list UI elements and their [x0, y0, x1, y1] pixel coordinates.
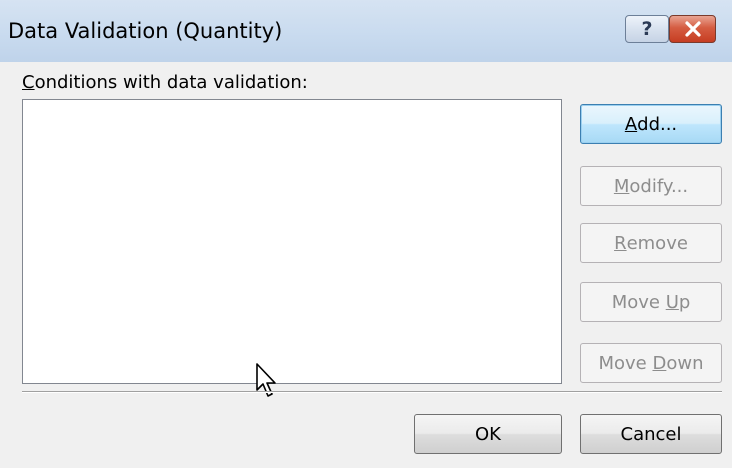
modify-button-post: odify... — [629, 175, 689, 197]
data-validation-dialog: Data Validation (Quantity) ? Conditions … — [0, 0, 732, 468]
move-up-button-hotkey: U — [665, 291, 679, 313]
add-button[interactable]: Add... — [580, 104, 722, 144]
conditions-label-text: onditions with data validation: — [34, 72, 308, 93]
remove-button[interactable]: Remove — [580, 223, 722, 263]
add-button-hotkey: A — [624, 113, 638, 135]
help-button[interactable]: ? — [625, 15, 669, 43]
move-up-button[interactable]: Move Up — [580, 282, 722, 322]
modify-button[interactable]: Modify... — [580, 166, 722, 206]
move-up-button-post: p — [678, 291, 691, 313]
cancel-button[interactable]: Cancel — [580, 414, 722, 454]
move-down-button-hotkey: D — [652, 352, 667, 374]
move-up-button-pre: Move — [611, 291, 666, 313]
help-question-icon: ? — [641, 18, 653, 40]
move-down-button[interactable]: Move Down — [580, 343, 722, 383]
title-bar: Data Validation (Quantity) ? — [0, 0, 732, 62]
dialog-title: Data Validation (Quantity) — [8, 19, 283, 43]
conditions-label: Conditions with data validation: — [22, 72, 308, 93]
conditions-listbox[interactable] — [22, 99, 562, 397]
move-down-button-pre: Move — [598, 352, 653, 374]
footer-divider — [22, 391, 722, 393]
remove-button-hotkey: R — [614, 232, 627, 254]
add-button-post: dd... — [637, 113, 678, 135]
modify-button-hotkey: M — [613, 175, 630, 197]
close-button[interactable] — [669, 15, 716, 43]
ok-button[interactable]: OK — [414, 414, 562, 454]
move-down-button-post: own — [666, 352, 704, 374]
conditions-label-hotkey: C — [22, 72, 35, 93]
mouse-pointer-icon — [256, 363, 276, 397]
close-icon — [684, 21, 701, 37]
remove-button-post: emove — [626, 232, 688, 254]
